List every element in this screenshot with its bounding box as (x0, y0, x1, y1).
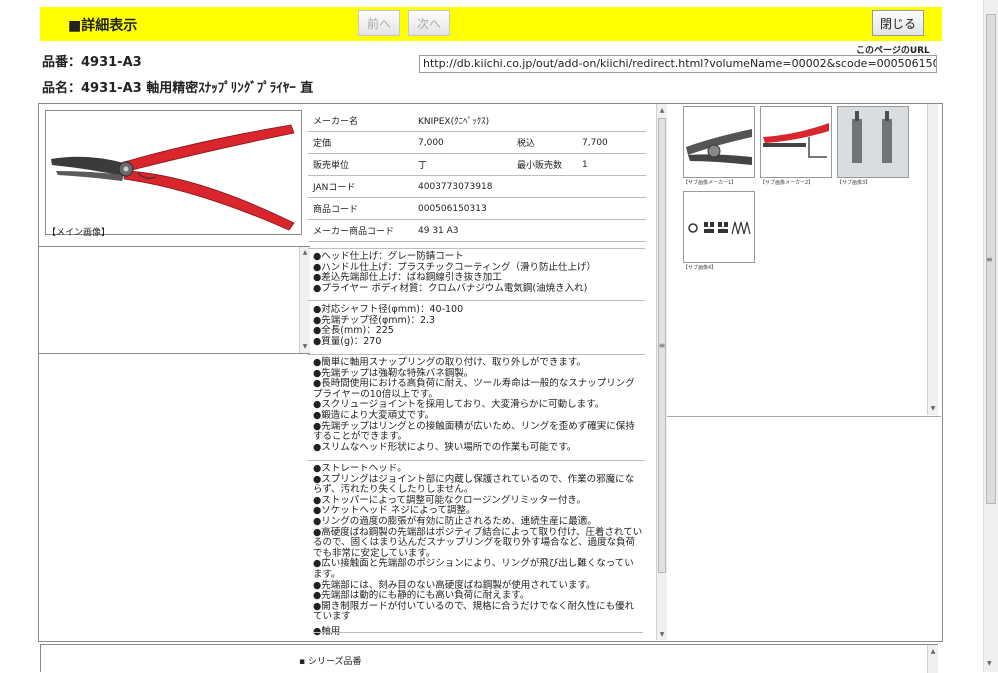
feature-line: ●広い接触面と先端部のポジションにより、リングが飛び出し難くなっています。 (313, 558, 634, 580)
thumb-1[interactable] (683, 106, 755, 178)
maker-code-label: メーカー商品コード (308, 219, 413, 242)
table-row: 販売単位 丁 最小販売数 1 (308, 153, 646, 176)
divider (308, 248, 645, 249)
maker-label: メーカー名 (308, 110, 413, 132)
scroll-up-icon[interactable]: ▲ (300, 249, 310, 257)
feature-line: ●鍛造により大変頑丈です。 (313, 409, 435, 421)
unit-value: 丁 (413, 153, 512, 176)
thumb-1-label: 【サブ画像メーカー1】 (683, 180, 737, 186)
thumb-3-label: 【サブ画像3】 (837, 180, 871, 186)
table-row: メーカー商品コード 49 31 A3 (308, 219, 646, 242)
feature-line: ●先端チップはリングとの接触面積が広いため、リングを歪めず確実に保持することがで… (313, 420, 635, 443)
feature-line: ●スリムなヘッド形状により、狭い場所での作業も可能です。 (313, 441, 577, 453)
pliers-tips-icon (838, 107, 908, 177)
page-title: ■詳細表示 (68, 18, 138, 34)
feature-line: ●高硬度ばね鋼製の先端部はポジティブ結合によって取り付け、圧着されているので、固… (313, 526, 643, 559)
spec-line: ●対応シャフト径(φmm)：40-100 (313, 304, 464, 315)
series-scrollbar[interactable]: ▲ (927, 645, 938, 673)
tax-value: 7,700 (577, 131, 646, 154)
list-price-value: 7,000 (413, 131, 512, 154)
product-name: 品名：4931-A3 軸用精密ｽﾅｯﾌﾟﾘﾝｸﾞﾌﾟﾗｲﾔｰ 直 (42, 81, 314, 96)
dimension-specs: ●対応シャフト径(φmm)：40-100 ●先端チップ径(φmm)：2.3 ●全… (313, 304, 643, 347)
table-row: JANコード 4003773073918 (308, 175, 646, 198)
grip-icon: ≡ (986, 255, 993, 264)
feature-list-2: ●ストレートヘッド。 ●スプリングはジョイント部に内蔵し保護されているので、作業… (313, 464, 643, 640)
tax-label: 税込 (512, 131, 577, 154)
series-panel: ▲ (40, 644, 938, 673)
feature-line: ●簡単に軸用スナップリングの取り付け、取り外しができます。 (313, 357, 586, 368)
code-value: 000506150313 (413, 197, 646, 220)
next-button[interactable]: 次へ (408, 10, 450, 36)
jan-label: JANコード (308, 175, 413, 198)
jan-value: 4003773073918 (413, 175, 646, 198)
pliers-with-wrench-icon (763, 123, 829, 158)
ring-spring-parts-icon (688, 221, 751, 235)
scroll-up-icon[interactable]: ▲ (928, 648, 938, 656)
code-label: 商品コード (308, 197, 413, 220)
pliers-closeup-icon (686, 129, 752, 165)
divider (308, 460, 645, 461)
feature-line: ●スプリングはジョイント部に内蔵し保護されているので、作業の邪魔にならず、汚れた… (313, 473, 635, 496)
scroll-down-icon[interactable]: ▼ (987, 660, 992, 667)
min-qty-value: 1 (577, 153, 646, 176)
feature-line: ●開き制限ガードが付いているので、規格に合うだけでなく耐久性にも優れています (313, 600, 635, 623)
scroll-down-icon[interactable]: ▼ (928, 405, 938, 413)
thumb-3[interactable] (837, 106, 909, 178)
table-row: 定価 7,000 税込 7,700 (308, 131, 646, 154)
spec-line: ●ヘッド仕上げ：グレー防錆コート (313, 251, 464, 262)
unit-label: 販売単位 (308, 153, 413, 176)
close-button[interactable]: 閉じる (872, 10, 924, 36)
table-row: メーカー名 KNIPEX(ｸﾆﾍﾟｯｸｽ) (308, 110, 646, 132)
divider (308, 354, 645, 355)
scroll-down-icon[interactable]: ▼ (300, 343, 310, 351)
feature-list-1: ●簡単に軸用スナップリングの取り付け、取り外しができます。 ●先端チップは強靭な… (313, 357, 643, 453)
min-qty-label: 最小販売数 (512, 153, 577, 176)
sub-info-box: ▲ ▼ (38, 246, 310, 354)
table-row: 商品コード 000506150313 (308, 197, 646, 220)
feature-line: ●ストレートヘッド。 (313, 464, 407, 474)
main-image[interactable] (45, 110, 302, 235)
series-label-text: シリーズ品番 (307, 657, 362, 667)
thumb-4-label: 【サブ画像4】 (683, 265, 717, 271)
scroll-down-icon[interactable]: ▼ (657, 631, 667, 639)
url-field[interactable]: http://db.kiichi.co.jp/out/add-on/kiichi… (419, 55, 937, 73)
spec-table: メーカー名 KNIPEX(ｸﾆﾍﾟｯｸｽ) 定価 7,000 税込 7,700 … (308, 110, 646, 242)
maker-code-value: 49 31 A3 (413, 219, 646, 242)
divider (308, 300, 645, 301)
prev-button[interactable]: 前へ (358, 10, 400, 36)
list-price-label: 定価 (308, 131, 413, 154)
divider (313, 632, 643, 633)
product-number: 品番：4931-A3 (42, 55, 142, 70)
scroll-up-icon[interactable]: ▲ (657, 107, 667, 115)
description-scrollbar[interactable]: ▲ ≡ ▼ (656, 104, 667, 640)
spec-line: ●プライヤー ボディ材質：クロムバナジウム電気鋼(油焼き入れ) (313, 282, 588, 294)
thumb-2-label: 【サブ画像メーカー2】 (760, 180, 814, 186)
finish-specs: ●ヘッド仕上げ：グレー防錆コート ●ハンドル仕上げ：プラスチックコーティング（滑… (313, 251, 643, 294)
spec-line: ●質量(g)：270 (313, 335, 382, 347)
main-image-label: 【メイン画像】 (47, 228, 111, 238)
snap-ring-pliers-icon (51, 124, 295, 231)
divider (667, 416, 941, 417)
maker-value: KNIPEX(ｸﾆﾍﾟｯｸｽ) (413, 110, 646, 132)
header-bar: ■詳細表示 前へ 次へ 閉じる (40, 7, 942, 41)
grip-icon: ≡ (658, 341, 666, 350)
thumb-4[interactable] (683, 191, 755, 263)
page-scrollbar[interactable]: ≡ ▼ (983, 0, 998, 672)
thumb-scrollbar[interactable]: ▼ (927, 104, 938, 415)
series-label: ▪ シリーズ品番 (299, 657, 362, 667)
feature-line: ●長時間使用における高負荷に耐え、ツール寿命は一般的なスナップリングプライヤーの… (313, 378, 635, 400)
feature-line: ●リングの過度の膨張が有効に防止されるため、連続生産に最適。 (313, 515, 597, 527)
thumb-2[interactable] (760, 106, 832, 178)
